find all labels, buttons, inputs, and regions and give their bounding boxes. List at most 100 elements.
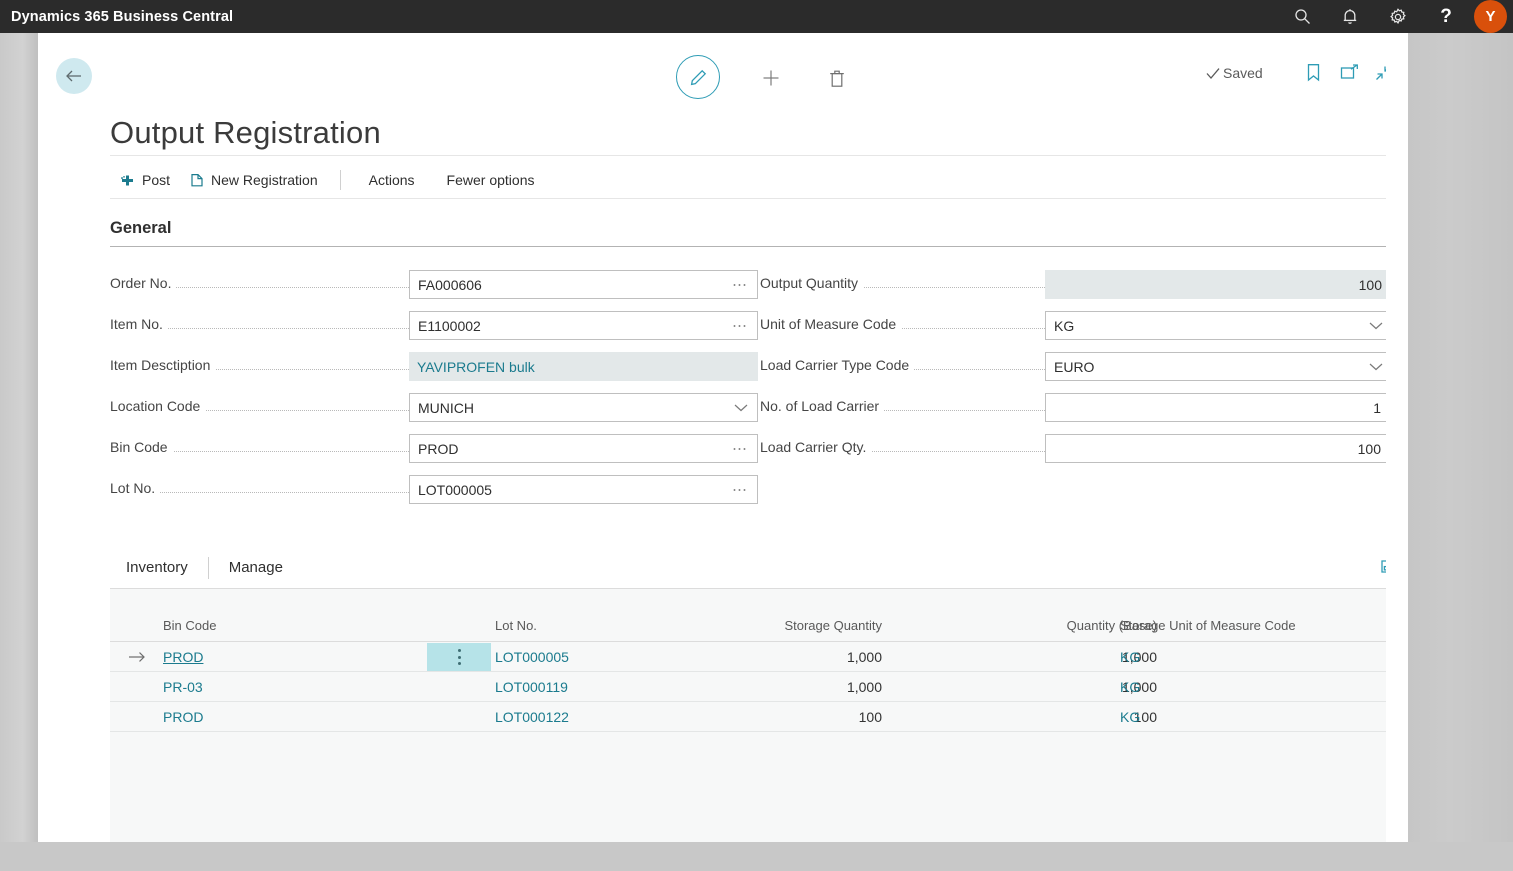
cell-bin-code[interactable]: PR-03: [163, 672, 203, 702]
field-load-carrier-qty: Load Carrier Qty. 100: [760, 434, 1408, 463]
column-header-lot-no[interactable]: Lot No.: [495, 618, 537, 633]
field-value: 1: [1373, 399, 1381, 416]
tab-manage[interactable]: Manage: [213, 548, 299, 588]
chevron-down-icon[interactable]: [1369, 321, 1383, 330]
page-title: Output Registration: [110, 115, 381, 150]
status-badge: Saved: [1206, 65, 1263, 81]
fewer-options-label: Fewer options: [446, 172, 535, 188]
open-in-new-window-icon[interactable]: [1340, 64, 1359, 86]
new-registration-button[interactable]: New Registration: [180, 163, 328, 197]
field-value: PROD: [418, 440, 459, 457]
cell-lot-no[interactable]: LOT000005: [495, 642, 569, 672]
general-section-title: General: [110, 219, 172, 237]
item-no-input[interactable]: E1100002 ⋯: [409, 311, 758, 340]
subpage-tabbar: Inventory Manage: [110, 548, 1405, 588]
field-load-carrier-type-code: Load Carrier Type Code EURO: [760, 352, 1408, 381]
lot-no-input[interactable]: LOT000005 ⋯: [409, 475, 758, 504]
ribbon-divider: [339, 170, 341, 190]
product-title: Dynamics 365 Business Central: [11, 8, 234, 25]
field-item-description: Item Desctiption YAVIPROFEN bulk: [110, 352, 758, 381]
column-header-storage-quantity[interactable]: Storage Quantity: [784, 618, 882, 633]
field-value: YAVIPROFEN bulk: [417, 358, 535, 375]
field-bin-code: Bin Code PROD ⋯: [110, 434, 758, 463]
help-icon[interactable]: ?: [1422, 0, 1470, 33]
cell-storage-quantity: 100: [858, 709, 882, 725]
column-header-bin-code[interactable]: Bin Code: [163, 618, 216, 633]
order-no-input[interactable]: FA000606 ⋯: [409, 270, 758, 299]
output-quantity-value: 100: [1045, 270, 1393, 299]
table-row[interactable]: PROD LOT000005 1,000 1,000 KG: [110, 642, 1405, 672]
gear-icon[interactable]: [1374, 0, 1422, 33]
field-value: E1100002: [418, 317, 481, 334]
field-label: Lot No.: [110, 480, 161, 496]
edit-button[interactable]: [676, 55, 720, 99]
table-row[interactable]: PR-03 LOT000119 1,000 1,000 KG: [110, 672, 1405, 702]
cell-bin-code[interactable]: PROD: [163, 642, 203, 672]
field-value: EURO: [1054, 358, 1095, 375]
page-canvas: Saved Output Registration Post New Regis…: [38, 33, 1408, 842]
table-row[interactable]: PROD LOT000122 100 100 KG: [110, 702, 1405, 732]
cell-storage-quantity: 1,000: [846, 649, 882, 665]
field-lot-no: Lot No. LOT000005 ⋯: [110, 475, 758, 504]
field-label: Order No.: [110, 275, 177, 291]
lookup-ellipsis-icon[interactable]: ⋯: [732, 441, 749, 456]
page-scrollbar-track[interactable]: [1386, 33, 1408, 842]
left-gutter: [0, 33, 38, 842]
chevron-down-icon[interactable]: [1369, 362, 1383, 371]
ribbon-divider-bottom: [110, 198, 1405, 199]
location-code-select[interactable]: MUNICH: [409, 393, 758, 422]
topbar-actions: ? Y: [1278, 0, 1513, 33]
cell-storage-uom[interactable]: KG: [1120, 702, 1140, 732]
inventory-grid: Bin Code Lot No. Storage Quantity Quanti…: [110, 589, 1405, 842]
row-selector-arrow-icon: [128, 642, 147, 672]
cell-storage-uom[interactable]: KG: [1120, 672, 1140, 702]
unit-of-measure-code-select[interactable]: KG: [1045, 311, 1393, 340]
field-label: Load Carrier Type Code: [760, 357, 915, 373]
lookup-ellipsis-icon[interactable]: ⋯: [732, 482, 749, 497]
saved-label: Saved: [1223, 65, 1263, 81]
field-label: Unit of Measure Code: [760, 316, 902, 332]
avatar[interactable]: Y: [1474, 0, 1507, 33]
grid-header-row: Bin Code Lot No. Storage Quantity Quanti…: [110, 589, 1405, 641]
cell-lot-no[interactable]: LOT000122: [495, 702, 569, 732]
bin-code-input[interactable]: PROD ⋯: [409, 434, 758, 463]
cell-storage-uom[interactable]: KG: [1120, 642, 1140, 672]
row-context-menu-icon[interactable]: [427, 643, 491, 671]
field-output-quantity: Output Quantity 100: [760, 270, 1408, 299]
tab-inventory[interactable]: Inventory: [110, 548, 204, 588]
column-header-storage-uom[interactable]: Storage Unit of Measure Code: [1120, 618, 1296, 633]
field-label: Location Code: [110, 398, 206, 414]
delete-button[interactable]: [820, 63, 854, 93]
field-value: LOT000005: [418, 481, 492, 498]
lookup-ellipsis-icon[interactable]: ⋯: [732, 277, 749, 292]
new-button[interactable]: [754, 63, 788, 93]
field-unit-of-measure-code: Unit of Measure Code KG: [760, 311, 1408, 340]
lookup-ellipsis-icon[interactable]: ⋯: [732, 318, 749, 333]
cell-storage-quantity: 1,000: [846, 679, 882, 695]
cell-lot-no[interactable]: LOT000119: [495, 672, 568, 702]
no-of-load-carrier-input[interactable]: 1: [1045, 393, 1393, 422]
right-gutter: [1408, 33, 1513, 842]
fewer-options-button[interactable]: Fewer options: [431, 163, 551, 197]
post-button[interactable]: Post: [110, 163, 180, 197]
field-label: Bin Code: [110, 439, 173, 455]
new-registration-label: New Registration: [211, 172, 318, 188]
post-label: Post: [142, 172, 171, 188]
actions-menu[interactable]: Actions: [353, 163, 431, 197]
bell-icon[interactable]: [1326, 0, 1374, 33]
field-order-no: Order No. FA000606 ⋯: [110, 270, 758, 299]
actions-label: Actions: [368, 172, 415, 188]
search-icon[interactable]: [1278, 0, 1326, 33]
cell-bin-code[interactable]: PROD: [163, 702, 203, 732]
load-carrier-qty-input[interactable]: 100: [1045, 434, 1393, 463]
field-value: MUNICH: [418, 399, 474, 416]
action-ribbon: Post New Registration Actions Fewer opti…: [110, 163, 550, 197]
chevron-down-icon[interactable]: [734, 403, 748, 412]
field-location-code: Location Code MUNICH: [110, 393, 758, 422]
field-label: Item No.: [110, 316, 168, 332]
load-carrier-type-code-select[interactable]: EURO: [1045, 352, 1393, 381]
back-button[interactable]: [56, 58, 92, 94]
field-value: 100: [1358, 276, 1382, 293]
tab-divider: [207, 557, 209, 579]
bookmark-icon[interactable]: [1306, 63, 1321, 87]
